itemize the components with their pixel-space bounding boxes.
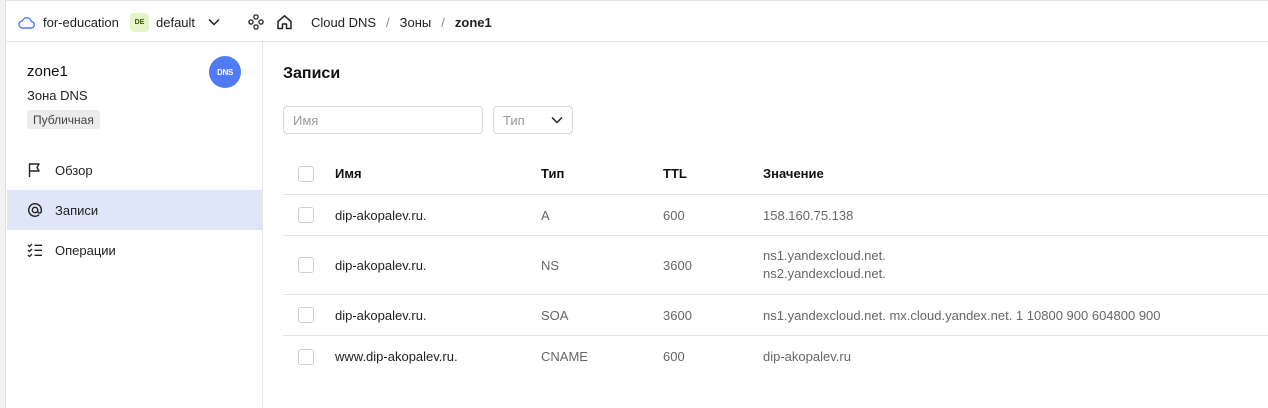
row-checkbox[interactable]	[298, 348, 314, 365]
services-icon[interactable]	[248, 1, 264, 43]
column-header-type[interactable]: Тип	[541, 153, 564, 194]
sidebar-item-overview[interactable]: Обзор	[7, 150, 262, 190]
table-row[interactable]: dip-akopalev.ru. SOA 3600 ns1.yandexclou…	[283, 295, 1268, 336]
zone-visibility-badge: Публичная	[27, 110, 100, 129]
column-header-value[interactable]: Значение	[763, 153, 824, 194]
column-header-ttl[interactable]: TTL	[663, 153, 687, 194]
page-title: Записи	[283, 65, 341, 82]
record-value-line: ns1.yandexcloud.net.	[763, 248, 886, 263]
breadcrumb: Cloud DNS / Зоны / zone1	[311, 1, 492, 43]
zone-type: Зона DNS	[27, 88, 88, 103]
record-value: ns1.yandexcloud.net. mx.cloud.yandex.net…	[763, 295, 1161, 335]
folder-badge: DE	[130, 12, 149, 32]
breadcrumb-current: zone1	[454, 14, 492, 30]
at-sign-icon	[27, 202, 55, 218]
type-filter-select[interactable]: Тип	[493, 106, 573, 134]
table-row[interactable]: dip-akopalev.ru. A 600 158.160.75.138	[283, 195, 1268, 236]
type-filter-placeholder: Тип	[503, 112, 525, 128]
record-value: 158.160.75.138	[763, 195, 853, 235]
table-header: Имя Тип TTL Значение	[283, 153, 1268, 195]
record-type: SOA	[541, 307, 569, 323]
breadcrumb-separator: /	[386, 14, 390, 30]
home-icon[interactable]	[276, 1, 293, 43]
column-header-name[interactable]: Имя	[335, 153, 362, 194]
table-row[interactable]: www.dip-akopalev.ru. CNAME 600 dip-akopa…	[283, 336, 1268, 377]
record-value-line: dip-akopalev.ru	[763, 349, 851, 364]
zone-title: zone1	[27, 63, 68, 80]
breadcrumb-separator: /	[441, 14, 445, 30]
record-value-line: ns2.yandexcloud.net.	[763, 266, 886, 281]
records-table: Имя Тип TTL Значение dip-akopalev.ru. A …	[283, 153, 1268, 377]
row-checkbox[interactable]	[298, 307, 314, 323]
record-type: A	[541, 207, 550, 223]
table-row[interactable]: dip-akopalev.ru. NS 3600 ns1.yandexcloud…	[283, 236, 1268, 295]
checklist-icon	[27, 242, 55, 258]
select-all-checkbox[interactable]	[298, 165, 314, 182]
cloud-selector[interactable]: for-education	[18, 1, 119, 43]
dns-avatar: DNS	[209, 56, 241, 88]
sidebar: zone1 Зона DNS Публичная DNS Обзор Запис…	[7, 42, 263, 408]
record-value-line: ns1.yandexcloud.net. mx.cloud.yandex.net…	[763, 307, 1161, 323]
record-value: ns1.yandexcloud.net. ns2.yandexcloud.net…	[763, 236, 886, 294]
sidebar-item-records[interactable]: Записи	[7, 190, 262, 230]
cloud-icon	[18, 16, 35, 29]
record-type: NS	[541, 257, 560, 273]
folder-selector[interactable]: DE default	[130, 1, 220, 43]
name-filter-input[interactable]	[283, 106, 483, 134]
record-ttl: 600	[663, 349, 685, 364]
record-name: dip-akopalev.ru.	[335, 307, 427, 323]
row-checkbox[interactable]	[298, 257, 314, 273]
folder-name: default	[156, 14, 196, 30]
record-value-line: 158.160.75.138	[763, 207, 854, 223]
breadcrumb-zones[interactable]: Зоны	[400, 15, 432, 30]
left-edge-strip	[0, 0, 6, 408]
sidebar-item-label: Записи	[55, 202, 99, 218]
record-ttl: 3600	[663, 307, 692, 323]
record-type: CNAME	[541, 349, 588, 364]
record-ttl: 600	[663, 207, 685, 223]
row-checkbox[interactable]	[298, 207, 314, 223]
flag-icon	[27, 162, 55, 178]
sidebar-item-operations[interactable]: Операции	[7, 230, 262, 270]
sidebar-item-label: Обзор	[55, 162, 93, 178]
record-ttl: 3600	[663, 257, 692, 273]
chevron-down-icon	[208, 18, 220, 26]
main-content: Записи Тип Имя Тип TTL Значение dip-akop…	[264, 42, 1268, 408]
record-name: www.dip-akopalev.ru.	[335, 349, 458, 364]
top-bar: for-education DE default Cloud DNS / Зон…	[6, 0, 1268, 42]
sidebar-item-label: Операции	[55, 242, 116, 258]
record-value: dip-akopalev.ru	[763, 336, 851, 377]
chevron-down-icon	[551, 116, 563, 124]
breadcrumb-cloud-dns[interactable]: Cloud DNS	[311, 15, 376, 30]
record-name: dip-akopalev.ru.	[335, 207, 427, 223]
record-name: dip-akopalev.ru.	[335, 257, 427, 273]
cloud-name: for-education	[43, 14, 119, 30]
